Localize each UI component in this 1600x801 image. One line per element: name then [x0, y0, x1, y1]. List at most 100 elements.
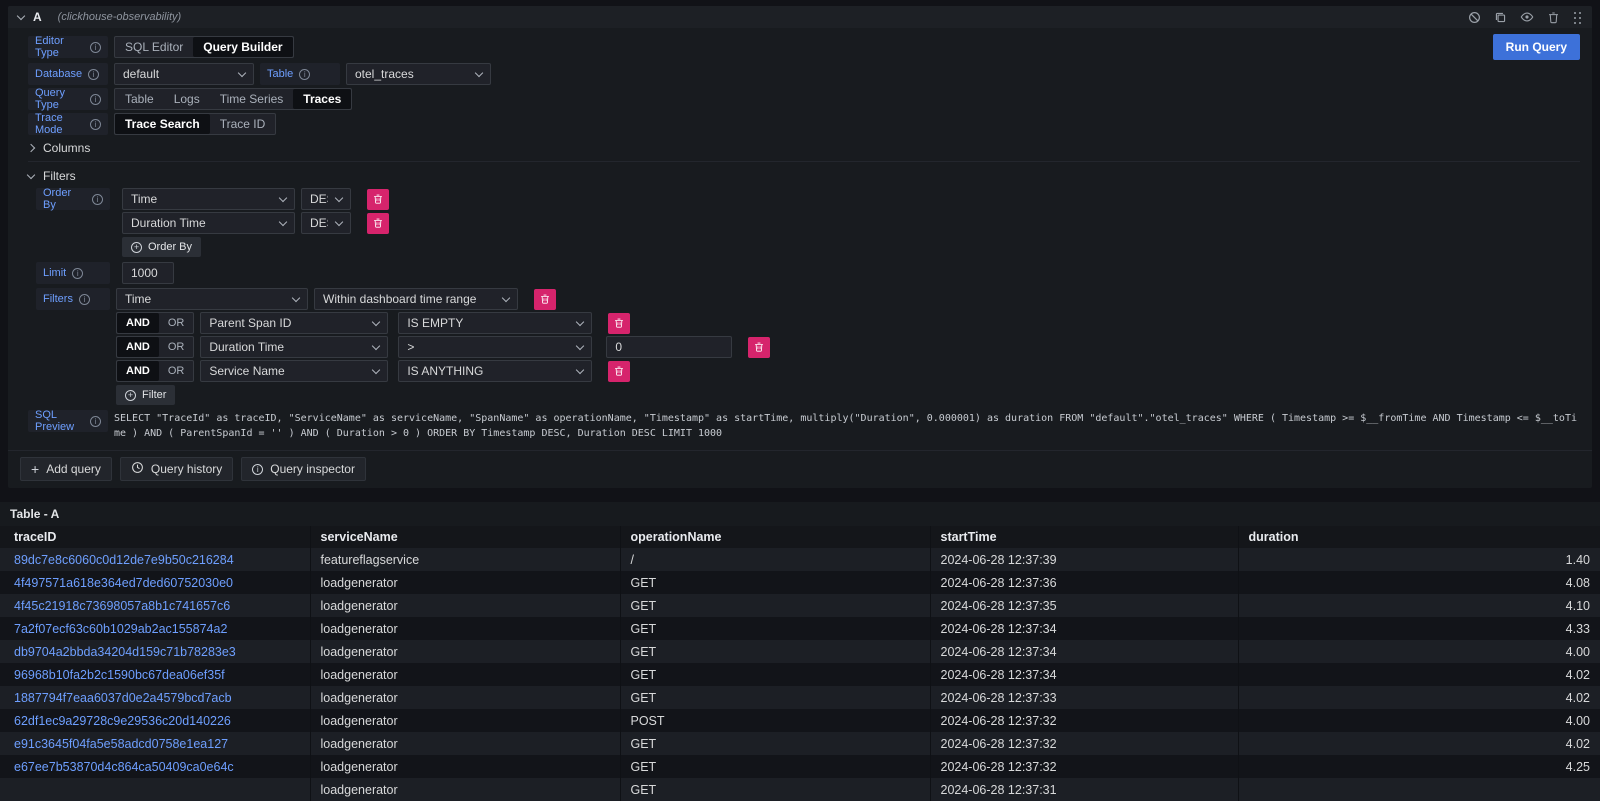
- add-filter-button[interactable]: + Filter: [116, 385, 175, 405]
- query-editor-panel: A (clickhouse-observability) Editor Type…: [8, 6, 1592, 488]
- trace-mode-toggle-option[interactable]: Trace Search: [115, 114, 210, 134]
- order-by-field-select[interactable]: Duration Time: [122, 212, 295, 234]
- filter-operator-value: IS EMPTY: [407, 316, 463, 330]
- remove-condition-button[interactable]: [608, 361, 630, 382]
- remove-query-icon[interactable]: [1547, 11, 1560, 24]
- info-icon[interactable]: i: [90, 94, 101, 105]
- cell-operation-name: POST: [620, 709, 930, 732]
- order-by-direction-select[interactable]: DESC: [301, 188, 351, 210]
- order-by-direction-select[interactable]: DESC: [301, 212, 351, 234]
- trace-id-link[interactable]: e91c3645f04fa5e58adcd0758e1ea127: [14, 737, 228, 751]
- query-type-toggle-option[interactable]: Time Series: [210, 89, 294, 109]
- plus-circle-icon: +: [125, 390, 136, 401]
- trace-id-link[interactable]: 89dc7e8c6060c0d12de7e9b50c216284: [14, 553, 234, 567]
- order-by-field-select[interactable]: Time: [122, 188, 295, 210]
- filter-field-select[interactable]: Service Name: [200, 360, 388, 382]
- conjunction-option[interactable]: OR: [159, 337, 194, 357]
- chevron-down-icon: [238, 68, 246, 76]
- trace-id-link[interactable]: 96968b10fa2b2c1590bc67dea06ef35f: [14, 668, 225, 682]
- drag-handle-icon[interactable]: [1573, 11, 1582, 24]
- query-type-toggle-option[interactable]: Logs: [164, 89, 210, 109]
- info-icon[interactable]: i: [72, 268, 83, 279]
- table-row: 89dc7e8c6060c0d12de7e9b50c216284 feature…: [0, 548, 1600, 571]
- info-icon[interactable]: i: [88, 69, 99, 80]
- column-header-traceID[interactable]: traceID: [0, 526, 310, 548]
- filter-field-value: Parent Span ID: [209, 316, 291, 330]
- table-row: 4f45c21918c73698057a8b1c741657c6 loadgen…: [0, 594, 1600, 617]
- cell-trace-id: 1887794f7eaa6037d0e2a4579bcd7acb: [0, 686, 310, 709]
- filter-operator-select[interactable]: IS ANYTHING: [398, 360, 592, 382]
- query-inspector-button[interactable]: i Query inspector: [241, 457, 366, 481]
- cell-duration: 4.00: [1238, 709, 1600, 732]
- cell-duration: 4.08: [1238, 571, 1600, 594]
- filter-field-select[interactable]: Parent Span ID: [200, 312, 388, 334]
- filter-operator-select[interactable]: IS EMPTY: [398, 312, 592, 334]
- conjunction-option[interactable]: AND: [117, 361, 159, 381]
- cell-start-time: 2024-06-28 12:37:32: [930, 709, 1238, 732]
- duplicate-query-icon[interactable]: [1494, 11, 1507, 24]
- cell-trace-id: [0, 778, 310, 801]
- info-icon[interactable]: i: [90, 119, 101, 130]
- add-query-button[interactable]: + Add query: [20, 457, 112, 481]
- trace-id-link[interactable]: 7a2f07ecf63c60b1029ab2ac155874a2: [14, 622, 227, 636]
- trace-id-link[interactable]: 1887794f7eaa6037d0e2a4579bcd7acb: [14, 691, 232, 705]
- remove-order-by-button[interactable]: [367, 189, 389, 210]
- chevron-down-icon: [372, 365, 380, 373]
- remove-filter-button[interactable]: [534, 289, 556, 310]
- trace-id-link[interactable]: 4f497571a618e364ed7ded60752030e0: [14, 576, 233, 590]
- conjunction-option[interactable]: OR: [159, 313, 194, 333]
- cell-trace-id: 96968b10fa2b2c1590bc67dea06ef35f: [0, 663, 310, 686]
- hide-response-icon[interactable]: [1520, 10, 1534, 24]
- filter-field-select[interactable]: Duration Time: [200, 336, 388, 358]
- info-icon[interactable]: i: [299, 69, 310, 80]
- info-icon[interactable]: i: [92, 194, 103, 205]
- disable-query-icon[interactable]: [1468, 11, 1481, 24]
- remove-condition-button[interactable]: [748, 337, 770, 358]
- add-order-by-button[interactable]: + Order By: [122, 237, 201, 257]
- run-query-button[interactable]: Run Query: [1493, 34, 1580, 60]
- editor-type-label: Editor Type i: [28, 36, 108, 58]
- columns-section-header[interactable]: Columns: [28, 138, 1580, 158]
- trace-id-link[interactable]: db9704a2bbda34204d159c71b78283e3: [14, 645, 236, 659]
- filter-operator-select[interactable]: >: [398, 336, 592, 358]
- info-icon[interactable]: i: [79, 294, 90, 305]
- database-select[interactable]: default: [114, 63, 254, 85]
- remove-order-by-button[interactable]: [367, 213, 389, 234]
- info-icon[interactable]: i: [90, 42, 101, 53]
- filters-label: Filters i: [36, 288, 110, 310]
- conjunction-option[interactable]: AND: [117, 313, 159, 333]
- cell-duration: 1.40: [1238, 548, 1600, 571]
- conjunction-option[interactable]: OR: [159, 361, 194, 381]
- editor-type-toggle-option[interactable]: Query Builder: [193, 37, 292, 57]
- filter-operator-select[interactable]: Within dashboard time range: [314, 288, 518, 310]
- collapse-query-icon[interactable]: [17, 11, 25, 19]
- query-history-button[interactable]: Query history: [120, 457, 233, 481]
- remove-condition-button[interactable]: [608, 313, 630, 334]
- column-header-operationName[interactable]: operationName: [620, 526, 930, 548]
- trace-mode-toggle-option[interactable]: Trace ID: [210, 114, 276, 134]
- editor-type-toggle-option[interactable]: SQL Editor: [115, 37, 193, 57]
- cell-service-name: loadgenerator: [310, 709, 620, 732]
- table-select[interactable]: otel_traces: [346, 63, 491, 85]
- filter-field-value: Duration Time: [209, 340, 284, 354]
- filter-value-input[interactable]: [606, 336, 732, 358]
- column-header-duration[interactable]: duration: [1238, 526, 1600, 548]
- filter-field-value: Service Name: [209, 364, 284, 378]
- database-select-value: default: [123, 67, 159, 81]
- limit-input[interactable]: [122, 262, 174, 284]
- trace-id-link[interactable]: 4f45c21918c73698057a8b1c741657c6: [14, 599, 230, 613]
- column-header-startTime[interactable]: startTime: [930, 526, 1238, 548]
- chevron-down-icon: [372, 341, 380, 349]
- filters-section-header[interactable]: Filters: [28, 166, 1580, 186]
- table-row: 96968b10fa2b2c1590bc67dea06ef35f loadgen…: [0, 663, 1600, 686]
- query-type-toggle-option[interactable]: Traces: [293, 89, 351, 109]
- trace-id-link[interactable]: 62df1ec9a29728c9e29536c20d140226: [14, 714, 231, 728]
- trace-id-link[interactable]: e67ee7b53870d4c864ca50409ca0e64c: [14, 760, 234, 774]
- editor-type-toggle: SQL EditorQuery Builder: [114, 36, 294, 58]
- cell-operation-name: GET: [620, 594, 930, 617]
- filter-field-select[interactable]: Time: [116, 288, 308, 310]
- column-header-serviceName[interactable]: serviceName: [310, 526, 620, 548]
- info-icon[interactable]: i: [90, 416, 101, 427]
- query-type-toggle-option[interactable]: Table: [115, 89, 164, 109]
- conjunction-option[interactable]: AND: [117, 337, 159, 357]
